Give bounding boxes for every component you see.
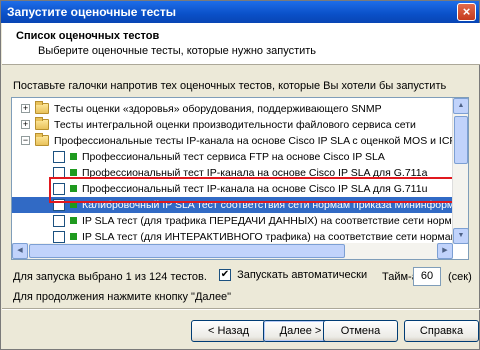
- tree-rows: + Тесты оценки «здоровья» оборудования, п…: [12, 98, 453, 248]
- tree-folder-label: Тесты оценки «здоровья» оборудования, по…: [54, 103, 382, 115]
- selected-count: Для запуска выбрано 1 из 124 тестов.: [13, 271, 207, 283]
- test-checkbox[interactable]: [53, 151, 65, 163]
- continue-hint: Для продолжения нажмите кнопку "Далее": [13, 291, 232, 303]
- test-marker-icon: [70, 169, 77, 176]
- footer-separator: [2, 308, 480, 310]
- scroll-right-icon[interactable]: ▶: [437, 243, 453, 259]
- expand-icon[interactable]: +: [21, 104, 30, 113]
- vertical-scroll-thumb[interactable]: [454, 116, 468, 164]
- tree-folder-label: Тесты интегральной оценки производительн…: [54, 119, 416, 131]
- scroll-left-icon[interactable]: ◀: [12, 243, 28, 259]
- close-icon[interactable]: ×: [457, 3, 476, 21]
- timeout-units: (сек): [448, 271, 472, 283]
- timeout-input[interactable]: 60: [413, 267, 441, 286]
- tree-folder-row[interactable]: + Тесты оценки «здоровья» оборудования, п…: [12, 101, 453, 117]
- tree-test-row[interactable]: Профессиональный тест сервиса FTP на осн…: [12, 149, 453, 165]
- collapse-icon[interactable]: −: [21, 136, 30, 145]
- scroll-up-icon[interactable]: ▲: [453, 98, 468, 114]
- scroll-down-icon[interactable]: ▼: [453, 228, 468, 244]
- highlight-box: [49, 177, 467, 203]
- instruction-text: Поставьте галочки напротив тех оценочных…: [13, 80, 447, 92]
- vertical-scrollbar[interactable]: ▲ ▼: [452, 98, 468, 244]
- test-marker-icon: [70, 233, 77, 240]
- folder-icon: [35, 133, 49, 146]
- folder-icon: [35, 117, 49, 130]
- horizontal-scrollbar[interactable]: ◀ ▶: [12, 243, 453, 259]
- horizontal-scroll-thumb[interactable]: [29, 244, 345, 258]
- tests-tree[interactable]: + Тесты оценки «здоровья» оборудования, п…: [11, 97, 469, 260]
- test-marker-icon: [70, 153, 77, 160]
- autorun-option[interactable]: ✔ Запускать автоматически: [219, 269, 368, 282]
- header-title: Список оценочных тестов: [16, 30, 160, 42]
- wizard-header: Список оценочных тестов Выберите оценочн…: [2, 23, 480, 65]
- folder-icon: [35, 101, 49, 114]
- test-checkbox[interactable]: [53, 215, 65, 227]
- title-bar: Запустите оценочные тесты ×: [1, 1, 479, 23]
- header-subtitle: Выберите оценочные тесты, которые нужно …: [38, 45, 317, 57]
- tree-folder-label: Профессиональные тесты IP-канала на осно…: [54, 135, 453, 147]
- dialog-window: Запустите оценочные тесты × Список оцено…: [0, 0, 480, 350]
- tree-test-label: IP SLA тест (для трафика ПЕРЕДАЧИ ДАННЫХ…: [82, 215, 453, 227]
- autorun-checkbox[interactable]: ✔: [219, 269, 231, 282]
- expand-icon[interactable]: +: [21, 120, 30, 129]
- tree-test-row[interactable]: IP SLA тест (для трафика ПЕРЕДАЧИ ДАННЫХ…: [12, 213, 453, 229]
- back-button[interactable]: < Назад: [191, 320, 266, 342]
- tree-folder-row[interactable]: − Профессиональные тесты IP-канала на осн…: [12, 133, 453, 149]
- cancel-button[interactable]: Отмена: [323, 320, 398, 342]
- test-marker-icon: [70, 217, 77, 224]
- help-button[interactable]: Справка: [404, 320, 479, 342]
- window-title: Запустите оценочные тесты: [7, 5, 176, 19]
- test-checkbox[interactable]: [53, 231, 65, 243]
- tree-folder-row[interactable]: + Тесты интегральной оценки производитель…: [12, 117, 453, 133]
- tree-test-label: Профессиональный тест сервиса FTP на осн…: [82, 151, 385, 163]
- autorun-label: Запускать автоматически: [237, 269, 368, 281]
